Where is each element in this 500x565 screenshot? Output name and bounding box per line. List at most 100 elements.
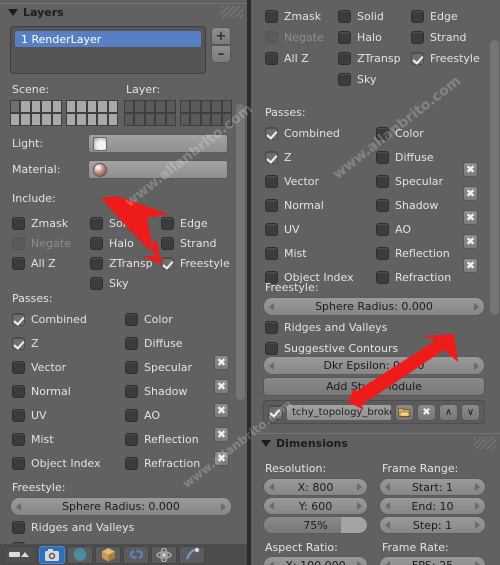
combined-checkbox[interactable] <box>12 312 25 326</box>
layer-cell[interactable] <box>20 113 31 126</box>
layer-cell[interactable] <box>134 113 145 126</box>
layer-cell[interactable] <box>66 100 77 113</box>
resolution-y-field[interactable]: Y: 600 <box>263 497 368 515</box>
checkbox-row-solid[interactable]: Solid <box>338 6 418 27</box>
panel-resize-grip[interactable] <box>221 6 243 18</box>
all-z-checkbox[interactable] <box>265 52 278 65</box>
layer-cell[interactable] <box>144 113 156 126</box>
add-render-layer-button[interactable]: + <box>211 27 231 45</box>
mist-checkbox[interactable] <box>265 246 278 260</box>
dkr-epsilon-slider[interactable]: Dkr Epsilon: 0.000 <box>263 356 485 375</box>
tab-constraints[interactable] <box>123 545 149 564</box>
checkbox-row-combined[interactable]: Combined <box>12 307 122 331</box>
fps-field[interactable]: FPS: 25 <box>379 556 486 565</box>
move-style-module-up-button[interactable]: ∧ <box>439 403 458 421</box>
chevron-left-icon[interactable] <box>16 502 21 511</box>
chevron-right-icon[interactable] <box>475 483 480 491</box>
z-checkbox[interactable] <box>12 336 25 350</box>
diffuse-checkbox[interactable] <box>376 150 389 164</box>
chevron-left-icon[interactable] <box>385 483 390 491</box>
layer-cell[interactable] <box>10 100 21 113</box>
layer-cell[interactable] <box>97 100 108 113</box>
layer-cell[interactable] <box>211 113 222 126</box>
checkbox-row-halo[interactable]: Halo <box>90 233 170 253</box>
checkbox-row-edge[interactable]: Edge <box>161 213 246 233</box>
layer-cell[interactable] <box>76 113 87 126</box>
sphere-radius-slider[interactable]: Sphere Radius: 0.000 <box>263 297 485 316</box>
layer-cell[interactable] <box>30 113 42 126</box>
diffuse-checkbox[interactable] <box>125 336 138 350</box>
sphere-radius-slider[interactable]: Sphere Radius: 0.000 <box>10 497 232 516</box>
layer-cell[interactable] <box>41 113 52 126</box>
checkbox-row-suggestive-contours[interactable]: Suggestive Contours <box>265 342 398 355</box>
left-pane-scrollbar[interactable] <box>236 104 245 400</box>
combined-checkbox[interactable] <box>265 126 278 140</box>
checkbox-row-combined[interactable]: Combined <box>265 121 380 145</box>
specular-checkbox[interactable] <box>376 174 389 188</box>
suggestive-contours-checkbox[interactable] <box>265 342 278 355</box>
chevron-right-icon[interactable] <box>357 483 362 491</box>
layer-cell[interactable] <box>165 100 176 113</box>
vector-checkbox[interactable] <box>12 360 25 374</box>
normal-checkbox[interactable] <box>12 384 25 398</box>
light-group-field[interactable] <box>88 134 228 153</box>
specular-checkbox[interactable] <box>125 360 138 374</box>
aspect-ratio-x-field[interactable]: X: 100.000 <box>263 556 368 565</box>
checkbox-row-zmask[interactable]: Zmask <box>12 213 82 233</box>
exclude-refraction-button[interactable]: ✖ <box>463 258 478 273</box>
layer-cell[interactable] <box>221 113 232 126</box>
checkbox-row-ztransp[interactable]: ZTransp <box>90 253 170 273</box>
checkbox-row-color[interactable]: Color <box>376 121 491 145</box>
chevron-right-icon[interactable] <box>475 502 480 510</box>
color-checkbox[interactable] <box>125 312 138 326</box>
normal-checkbox[interactable] <box>265 198 278 212</box>
material-override-field[interactable] <box>88 160 228 179</box>
ztransp-checkbox[interactable] <box>90 256 103 270</box>
refraction-checkbox[interactable] <box>376 270 389 284</box>
checkbox-row-freestyle[interactable]: Freestyle <box>161 253 246 273</box>
panel-header-layers[interactable]: Layers <box>0 3 247 20</box>
add-style-module-button[interactable]: Add Style Module <box>263 377 485 396</box>
editor-type-selector[interactable] <box>3 545 37 564</box>
sky-checkbox[interactable] <box>338 73 351 86</box>
move-style-module-down-button[interactable]: ∨ <box>461 403 480 421</box>
layer-cell[interactable] <box>10 113 21 126</box>
style-module-filename-field[interactable]: tchy_topology_broken.py <box>286 403 392 421</box>
open-style-module-button[interactable] <box>395 403 414 421</box>
chevron-right-icon[interactable] <box>357 502 362 510</box>
exclude-refraction-button[interactable]: ✖ <box>214 451 229 466</box>
remove-style-module-button[interactable]: ✖ <box>417 403 436 421</box>
ao-checkbox[interactable] <box>125 408 138 422</box>
render-layer-grid-b[interactable] <box>180 100 232 126</box>
object-index-checkbox[interactable] <box>12 456 25 470</box>
vector-checkbox[interactable] <box>265 174 278 188</box>
checkbox-row-edge[interactable]: Edge <box>411 6 496 27</box>
checkbox-row-mist[interactable]: Mist <box>12 427 122 451</box>
halo-checkbox[interactable] <box>90 236 103 250</box>
right-pane-scrollbar[interactable] <box>490 40 499 315</box>
ridges-and-valleys-checkbox[interactable] <box>12 521 25 534</box>
checkbox-row-uv[interactable]: UV <box>265 217 380 241</box>
checkbox-row-all-z[interactable]: All Z <box>12 253 82 273</box>
resolution-percent-slider[interactable]: 75% <box>263 516 368 534</box>
checkbox-row-vector[interactable]: Vector <box>265 169 380 193</box>
chevron-right-icon[interactable] <box>357 561 362 565</box>
edge-checkbox[interactable] <box>411 10 424 23</box>
tab-world[interactable] <box>67 545 93 564</box>
freestyle-checkbox[interactable] <box>411 52 424 65</box>
checkbox-row-all-z[interactable]: All Z <box>265 48 340 69</box>
sky-checkbox[interactable] <box>90 276 103 290</box>
layer-cell[interactable] <box>66 113 77 126</box>
layer-cell[interactable] <box>124 113 135 126</box>
remove-render-layer-button[interactable]: – <box>211 45 231 63</box>
chevron-left-icon[interactable] <box>269 561 274 565</box>
uv-checkbox[interactable] <box>12 408 25 422</box>
layer-cell[interactable] <box>51 113 62 126</box>
chevron-left-icon[interactable] <box>385 561 390 565</box>
uv-checkbox[interactable] <box>265 222 278 236</box>
tab-render[interactable] <box>39 545 65 564</box>
layer-cell[interactable] <box>200 113 212 126</box>
reflection-checkbox[interactable] <box>376 246 389 260</box>
solid-checkbox[interactable] <box>90 216 103 230</box>
halo-checkbox[interactable] <box>338 31 351 44</box>
